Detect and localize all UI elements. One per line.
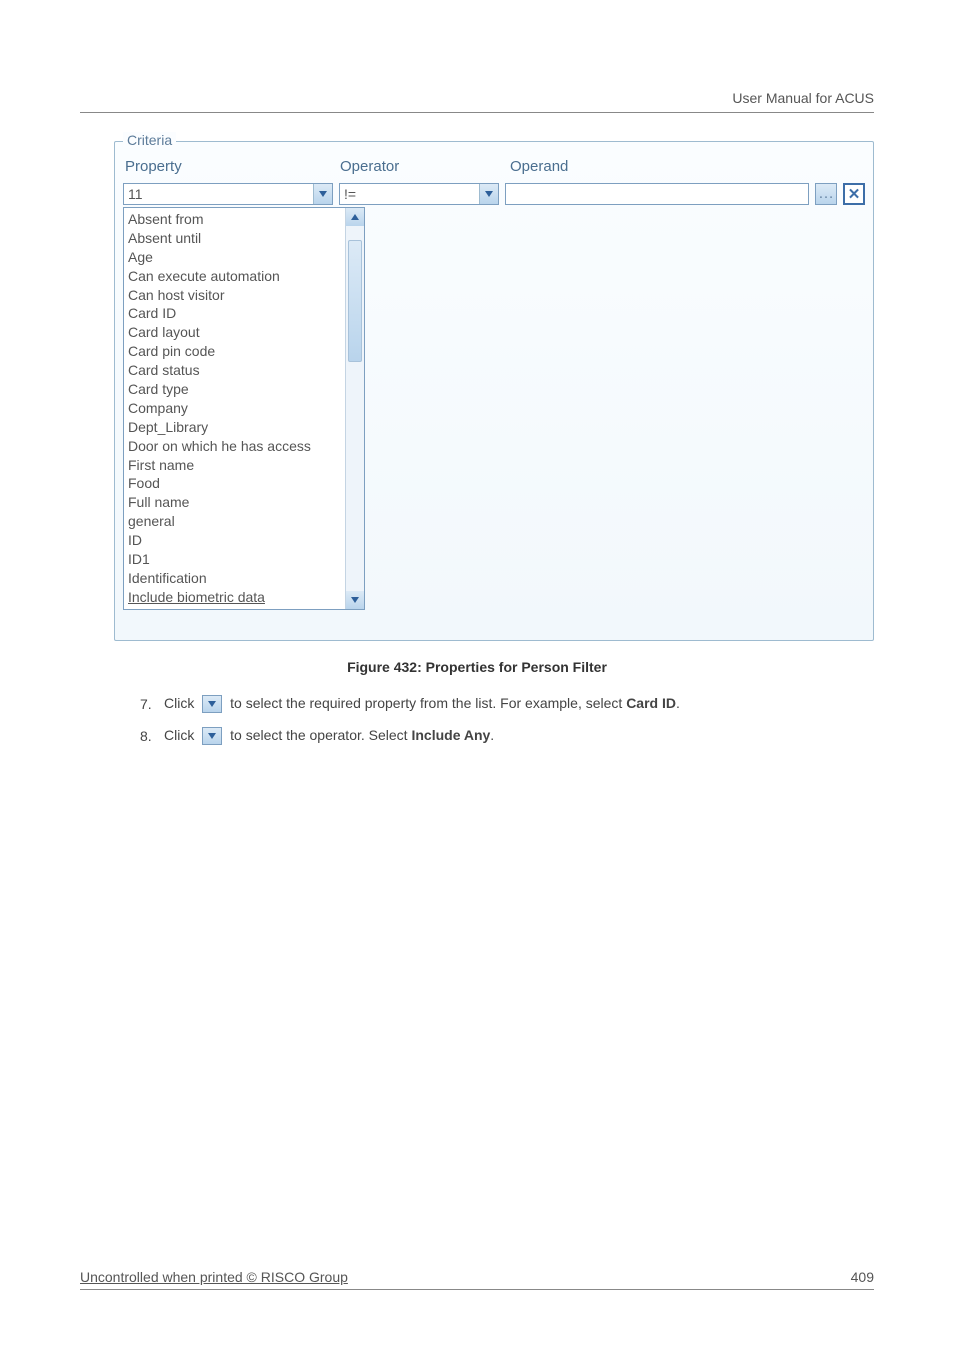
list-item[interactable]: First name (128, 456, 341, 475)
step-bold-text: Include Any (411, 727, 490, 743)
list-item[interactable]: Absent from (128, 210, 341, 229)
step-text: . (490, 727, 494, 743)
page-number: 409 (851, 1269, 874, 1285)
chevron-up-icon[interactable] (346, 208, 364, 226)
footer-left: Uncontrolled when printed © RISCO Group (80, 1269, 348, 1285)
step-bold-text: Card ID (626, 695, 676, 711)
column-header-operand: Operand (510, 158, 865, 175)
scrollbar-track[interactable] (346, 226, 364, 591)
figure-caption: Figure 432: Properties for Person Filter (80, 659, 874, 675)
list-item[interactable]: ID1 (128, 550, 341, 569)
list-item[interactable]: Card status (128, 361, 341, 380)
property-dropdown-list: Absent from Absent until Age Can execute… (123, 207, 365, 610)
list-item[interactable]: ID (128, 531, 341, 550)
list-item[interactable]: Card pin code (128, 342, 341, 361)
criteria-column-headers: Property Operator Operand (125, 158, 865, 175)
scrollbar[interactable] (345, 208, 364, 609)
column-header-property: Property (125, 158, 340, 175)
list-item[interactable]: Door on which he has access (128, 437, 341, 456)
list-item[interactable]: Dept_Library (128, 418, 341, 437)
list-item[interactable]: Card layout (128, 323, 341, 342)
close-icon: ✕ (848, 187, 861, 202)
criteria-panel: Criteria Property Operator Operand 11 != (114, 141, 874, 641)
step-number: 7. (140, 696, 164, 712)
list-item[interactable]: Can host visitor (128, 286, 341, 305)
chevron-down-icon[interactable] (479, 184, 498, 204)
step-8: 8. Click to select the operator. Select … (140, 727, 874, 745)
operator-combobox[interactable]: != (339, 183, 499, 205)
list-item[interactable]: Card type (128, 380, 341, 399)
scrollbar-thumb[interactable] (348, 240, 362, 362)
property-combobox-value: 11 (124, 186, 313, 202)
delete-button[interactable]: ✕ (843, 183, 865, 205)
list-item[interactable]: Identification (128, 569, 341, 588)
step-text: Click (164, 727, 198, 743)
list-item[interactable]: Age (128, 248, 341, 267)
operand-input[interactable] (505, 183, 809, 205)
list-item[interactable]: Can execute automation (128, 267, 341, 286)
chevron-down-icon[interactable] (313, 184, 332, 204)
list-item[interactable]: Full name (128, 493, 341, 512)
column-header-operator: Operator (340, 158, 510, 175)
chevron-down-icon[interactable] (346, 591, 364, 609)
criteria-legend: Criteria (123, 132, 176, 148)
operator-combobox-value: != (340, 186, 479, 202)
step-text: to select the operator. Select (230, 727, 411, 743)
list-item[interactable]: Company (128, 399, 341, 418)
step-text: to select the required property from the… (230, 695, 626, 711)
browse-button[interactable]: … (815, 183, 837, 205)
list-item[interactable]: Include biometric data (128, 588, 341, 607)
chevron-down-icon (202, 727, 222, 745)
list-item[interactable]: Absent until (128, 229, 341, 248)
ellipsis-icon: … (818, 185, 834, 203)
step-number: 8. (140, 728, 164, 744)
chevron-down-icon (202, 695, 222, 713)
list-item[interactable]: general (128, 512, 341, 531)
step-text: Click (164, 695, 198, 711)
step-text: . (676, 695, 680, 711)
step-7: 7. Click to select the required property… (140, 695, 874, 713)
list-item[interactable]: Food (128, 474, 341, 493)
page-header-title: User Manual for ACUS (80, 90, 874, 113)
list-item[interactable]: Card ID (128, 304, 341, 323)
property-combobox[interactable]: 11 (123, 183, 333, 205)
